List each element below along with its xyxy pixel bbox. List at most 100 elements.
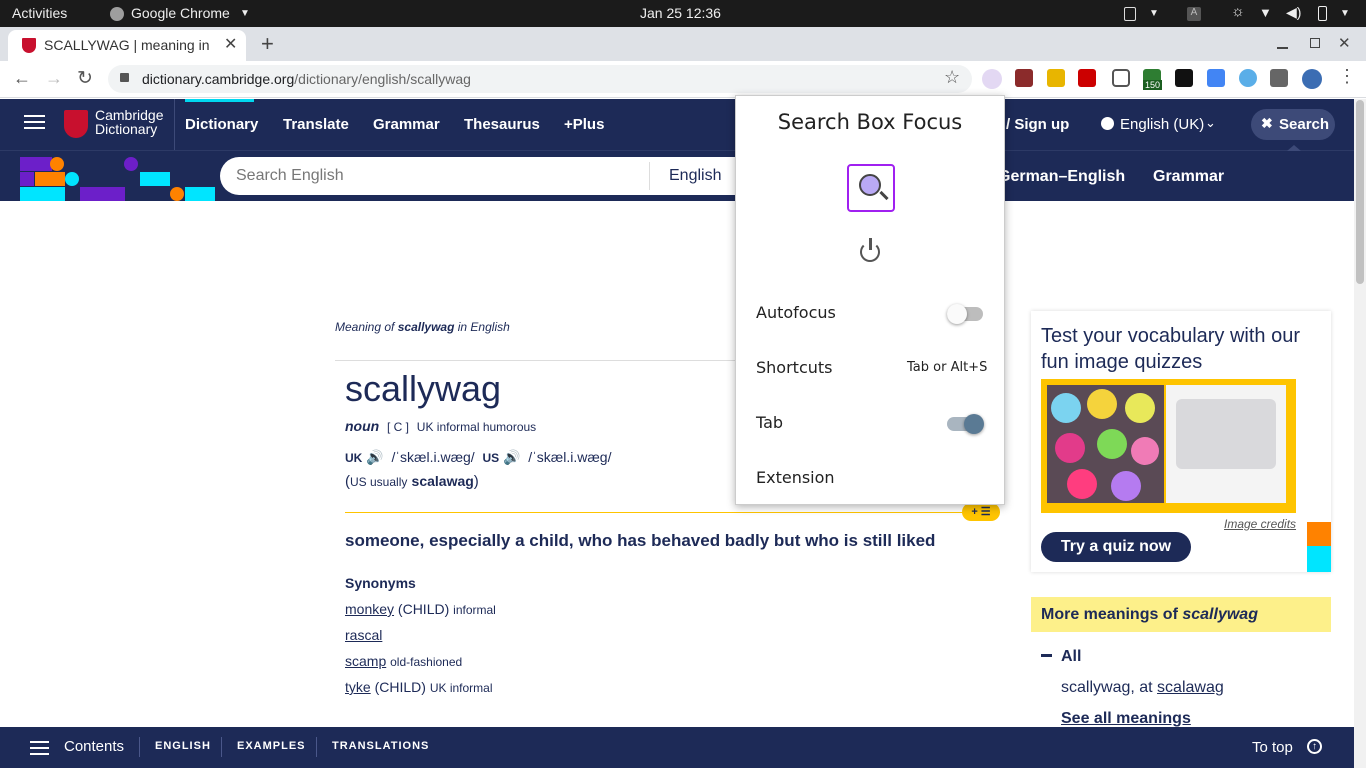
add-to-list-button[interactable]: + ☰ xyxy=(962,503,1000,521)
window-close-icon[interactable]: ✕ xyxy=(1338,34,1351,52)
toggle-knob xyxy=(964,414,984,434)
profile-avatar[interactable] xyxy=(1302,69,1322,89)
keyboard-layout-icon[interactable]: A xyxy=(1187,7,1201,21)
image-credits-link[interactable]: Image credits xyxy=(1224,517,1296,531)
youtube-extension-icon[interactable] xyxy=(1175,69,1193,87)
extensions-puzzle-icon[interactable] xyxy=(1270,69,1288,87)
close-icon: ✖ xyxy=(1261,115,1273,131)
decor-block xyxy=(20,157,52,171)
bottom-divider xyxy=(221,737,222,757)
wifi-icon[interactable]: ▼ xyxy=(1259,5,1272,20)
sewing-machine-image[interactable] xyxy=(1166,385,1286,503)
sense-divider xyxy=(345,512,1000,513)
translate-extension-icon[interactable] xyxy=(1207,69,1225,87)
extension-shield-icon[interactable] xyxy=(1047,69,1065,87)
nav-german-english[interactable]: German–English xyxy=(998,168,1125,186)
collapse-icon[interactable] xyxy=(1041,654,1052,657)
synonym-link[interactable]: monkey xyxy=(345,601,394,617)
address-bar[interactable]: dictionary.cambridge.org/dictionary/engl… xyxy=(108,65,972,93)
clock[interactable]: Jan 25 12:36 xyxy=(640,5,721,21)
bottom-link-translations[interactable]: TRANSLATIONS xyxy=(332,740,429,752)
battery-icon[interactable] xyxy=(1318,6,1327,21)
synonym-link[interactable]: scamp xyxy=(345,653,386,669)
lock-icon[interactable] xyxy=(120,73,129,82)
volume-icon[interactable]: ◀) xyxy=(1286,4,1301,21)
decor-block xyxy=(35,172,65,186)
activities-button[interactable]: Activities xyxy=(12,5,67,21)
magnifier-logo-icon xyxy=(847,164,895,212)
extension-dollar-icon[interactable] xyxy=(1015,69,1033,87)
active-nav-indicator xyxy=(185,99,254,102)
nav-translate[interactable]: Translate xyxy=(283,116,349,133)
tab-close-icon[interactable]: ✕ xyxy=(224,34,237,54)
see-all-meanings-link[interactable]: See all meanings xyxy=(1061,710,1191,728)
pocket-extension-icon[interactable] xyxy=(1112,69,1130,87)
arrow-up-icon[interactable]: ↑ xyxy=(1307,739,1322,754)
extension-dots-icon[interactable] xyxy=(1078,69,1096,87)
extension-check-icon[interactable] xyxy=(1239,69,1257,87)
synonym-link[interactable]: rascal xyxy=(345,627,382,643)
nav-dictionary[interactable]: Dictionary xyxy=(185,116,258,133)
maximize-icon[interactable] xyxy=(1310,38,1320,48)
search-divider xyxy=(649,162,650,190)
synonym-item: scamp old-fashioned xyxy=(345,653,463,669)
minimize-icon[interactable] xyxy=(1277,47,1288,49)
search-language-select[interactable]: English xyxy=(669,167,721,185)
search-box-focus-extension-icon[interactable] xyxy=(982,69,1002,89)
night-light-icon[interactable]: ☼ xyxy=(1231,3,1245,20)
chrome-menu-icon[interactable]: ⋮ xyxy=(1338,66,1356,87)
scrollbar-thumb[interactable] xyxy=(1356,100,1364,284)
bottom-divider xyxy=(316,737,317,757)
extension-label: Extension xyxy=(756,468,835,487)
us-audio-icon[interactable]: 🔊 xyxy=(503,449,520,465)
popup-title: Search Box Focus xyxy=(777,110,963,134)
power-line-icon xyxy=(869,238,872,250)
search-input[interactable]: Search English English xyxy=(220,157,740,195)
language-selector[interactable]: English (UK) xyxy=(1120,116,1204,133)
cambridge-favicon-icon xyxy=(22,38,36,53)
uk-audio-icon[interactable]: 🔊 xyxy=(366,449,383,465)
nav-plus[interactable]: +Plus xyxy=(564,116,604,133)
signup-link[interactable]: / Sign up xyxy=(1006,116,1069,133)
decor-block xyxy=(80,187,125,201)
url-text: dictionary.cambridge.org/dictionary/engl… xyxy=(142,71,471,87)
bookmark-star-icon[interactable]: ☆ xyxy=(944,67,960,88)
nav-thesaurus[interactable]: Thesaurus xyxy=(464,116,540,133)
logo-text[interactable]: Cambridge Dictionary xyxy=(95,108,163,136)
paint-dot xyxy=(1125,393,1155,423)
clipboard-icon[interactable] xyxy=(1124,7,1136,21)
bottom-link-examples[interactable]: EXAMPLES xyxy=(237,740,306,752)
decor-block xyxy=(185,187,215,201)
hamburger-menu-icon[interactable] xyxy=(24,115,45,117)
synonym-link[interactable]: tyke xyxy=(345,679,371,695)
search-toggle-button[interactable]: ✖ Search xyxy=(1251,109,1335,140)
try-quiz-button[interactable]: Try a quiz now xyxy=(1041,532,1191,562)
all-meanings-label[interactable]: All xyxy=(1061,648,1081,666)
decor-block xyxy=(140,172,170,186)
decor-block xyxy=(50,157,64,171)
nav-grammar[interactable]: Grammar xyxy=(373,116,440,133)
contents-button[interactable]: Contents xyxy=(64,738,124,755)
new-tab-icon[interactable]: + xyxy=(261,31,274,57)
paint-dot xyxy=(1111,471,1141,501)
reload-icon[interactable]: ↻ xyxy=(77,67,93,90)
definition: someone, especially a child, who has beh… xyxy=(345,531,936,550)
synonym-item: monkey (CHILD) informal xyxy=(345,601,496,617)
bottom-link-english[interactable]: ENGLISH xyxy=(155,740,211,752)
tab-toggle[interactable] xyxy=(947,414,984,434)
synonyms-title: Synonyms xyxy=(345,575,416,591)
autofocus-toggle[interactable] xyxy=(947,304,983,324)
browser-tab[interactable]: SCALLYWAG | meaning in ✕ xyxy=(8,30,246,61)
to-top-button[interactable]: To top xyxy=(1252,739,1293,756)
paint-dot xyxy=(1131,437,1159,465)
tab-label: Tab xyxy=(756,413,784,432)
meaning-link[interactable]: scalawag xyxy=(1157,679,1224,696)
back-icon[interactable]: ← xyxy=(13,68,31,89)
paint-palette-image[interactable] xyxy=(1047,385,1164,503)
forward-icon[interactable]: → xyxy=(45,68,63,89)
contents-menu-icon[interactable] xyxy=(30,741,49,743)
nav-grammar-2[interactable]: Grammar xyxy=(1153,168,1224,186)
system-menu-caret-icon[interactable]: ▼ xyxy=(1340,8,1350,19)
app-menu[interactable]: Google Chrome xyxy=(131,5,230,21)
language-chevron-icon: ⌄ xyxy=(1205,115,1216,130)
